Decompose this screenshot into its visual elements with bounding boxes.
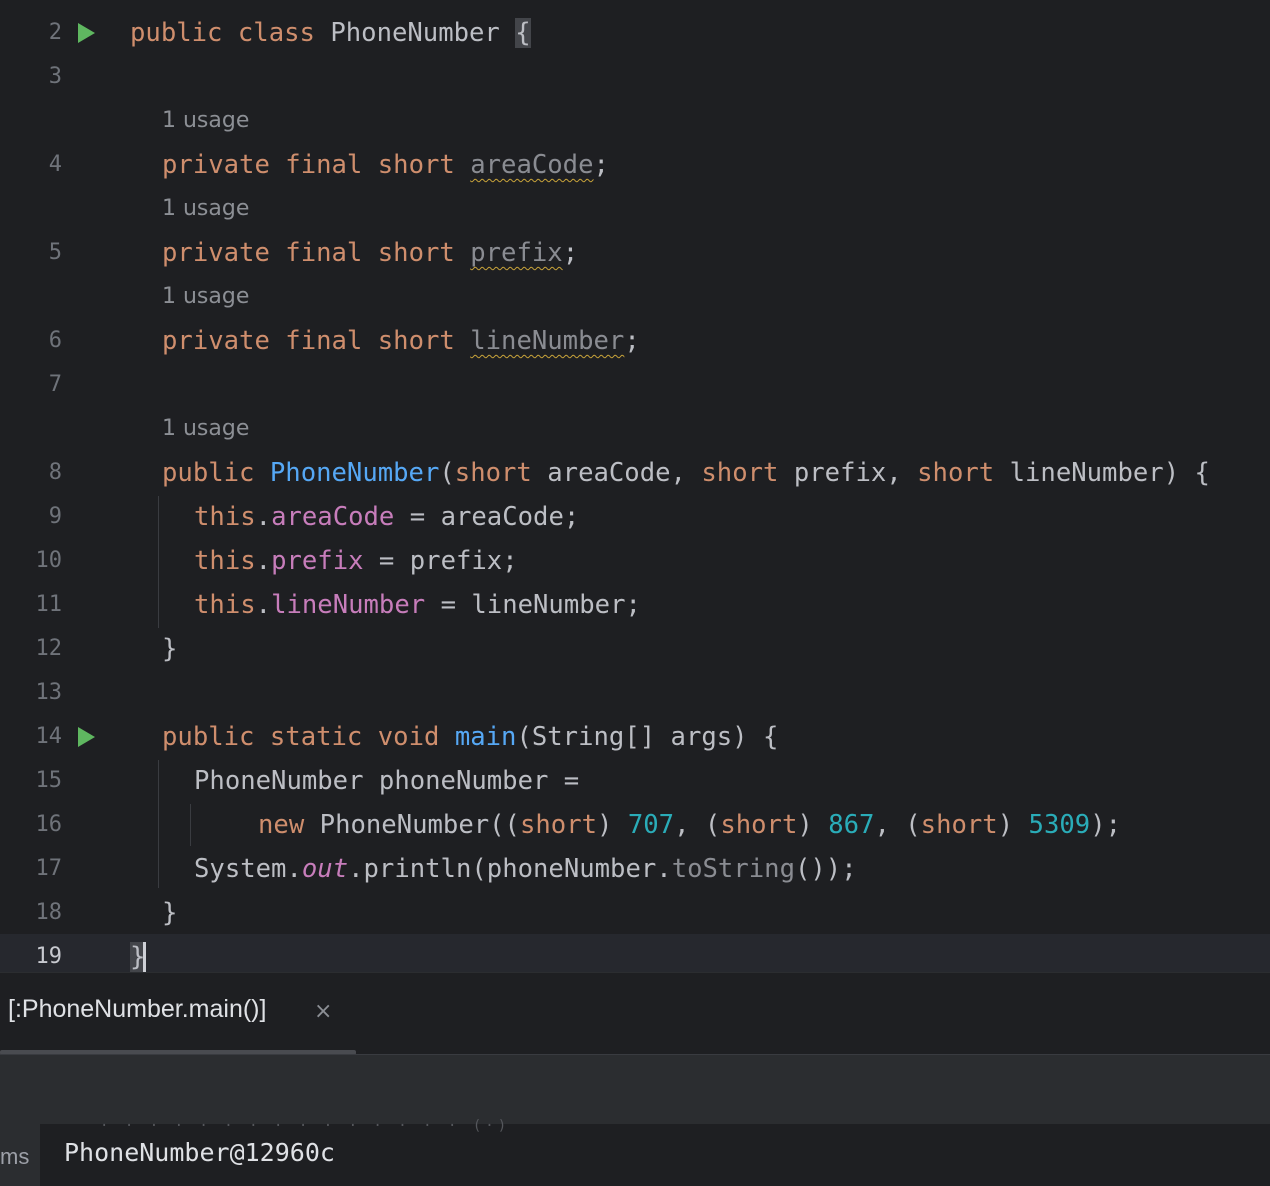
console-previous-line: · · · · · · · · · · · · · · · (·) bbox=[100, 1118, 511, 1134]
line-number: 12 bbox=[35, 636, 63, 661]
code-line: public class PhoneNumber { bbox=[130, 18, 531, 48]
indent-guide bbox=[158, 760, 159, 888]
line-number: 6 bbox=[48, 328, 62, 353]
code-line: public static void main(String[] args) { bbox=[162, 722, 779, 752]
code-line: private final short prefix; bbox=[162, 238, 579, 268]
usage-hint[interactable]: 1 usage bbox=[162, 407, 249, 451]
line-number: 4 bbox=[48, 152, 62, 177]
console-output-line: PhoneNumber@12960c bbox=[64, 1138, 335, 1167]
code-line: new PhoneNumber((short) 707, (short) 867… bbox=[258, 810, 1122, 840]
line-number: 13 bbox=[35, 680, 63, 705]
line-number: 16 bbox=[35, 812, 63, 837]
line-number: 15 bbox=[35, 768, 63, 793]
line-number: 8 bbox=[48, 460, 62, 485]
code-line: System.out.println(phoneNumber.toString(… bbox=[194, 854, 857, 884]
indent-guide bbox=[190, 804, 191, 846]
line-number: 11 bbox=[35, 592, 63, 617]
run-tab-label: [:PhoneNumber.main()] bbox=[8, 995, 267, 1023]
console-gutter: ms bbox=[0, 1124, 40, 1186]
run-tab-bar: [:PhoneNumber.main()] × bbox=[0, 972, 1270, 1055]
line-number: 17 bbox=[35, 856, 63, 881]
code-line: this.areaCode = areaCode; bbox=[194, 502, 580, 532]
usage-hint[interactable]: 1 usage bbox=[162, 275, 249, 319]
time-label: ms bbox=[0, 1144, 30, 1169]
run-main-icon[interactable] bbox=[78, 727, 95, 747]
indent-guide bbox=[158, 496, 159, 628]
run-toolbar bbox=[0, 1055, 1270, 1124]
code-line: PhoneNumber phoneNumber = bbox=[194, 766, 580, 796]
line-number: 7 bbox=[48, 372, 62, 397]
current-line-highlight bbox=[0, 934, 1270, 972]
line-number: 14 bbox=[35, 724, 63, 749]
line-number: 2 bbox=[48, 20, 62, 45]
line-number: 3 bbox=[48, 64, 62, 89]
line-number: 18 bbox=[35, 900, 63, 925]
code-line: } bbox=[130, 942, 147, 972]
code-editor[interactable]: 2 3 4 5 6 7 8 9 10 11 12 13 14 15 16 17 … bbox=[0, 0, 1270, 972]
code-line: public PhoneNumber(short areaCode, short… bbox=[162, 458, 1210, 488]
line-number: 19 bbox=[35, 944, 63, 969]
code-line: private final short areaCode; bbox=[162, 150, 609, 180]
code-line: private final short lineNumber; bbox=[162, 326, 640, 356]
text-caret bbox=[143, 942, 147, 972]
line-number: 10 bbox=[35, 548, 63, 573]
close-icon[interactable]: × bbox=[314, 999, 332, 1024]
run-tab[interactable]: [:PhoneNumber.main()] × bbox=[0, 973, 356, 1055]
code-line: } bbox=[162, 634, 178, 664]
line-number: 9 bbox=[48, 504, 62, 529]
usage-hint[interactable]: 1 usage bbox=[162, 99, 249, 143]
line-number: 5 bbox=[48, 240, 62, 265]
code-line: this.prefix = prefix; bbox=[194, 546, 518, 576]
code-line: } bbox=[162, 898, 178, 928]
console-output[interactable]: · · · · · · · · · · · · · · · (·) ms Pho… bbox=[0, 1118, 1270, 1186]
run-class-icon[interactable] bbox=[78, 23, 95, 43]
usage-hint[interactable]: 1 usage bbox=[162, 187, 249, 231]
code-line: this.lineNumber = lineNumber; bbox=[194, 590, 641, 620]
